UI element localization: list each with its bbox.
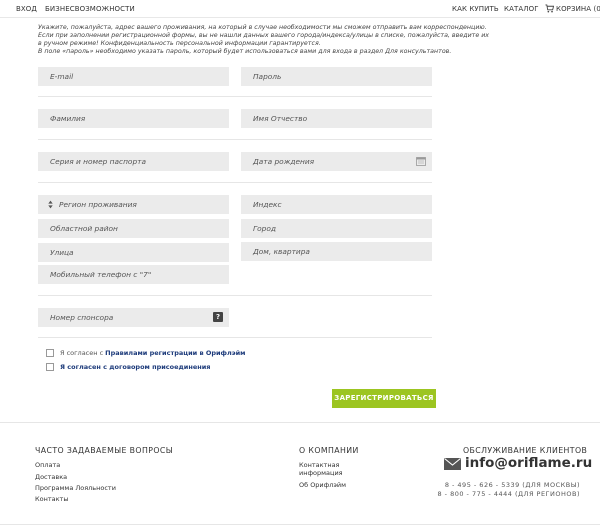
about-title: О компании [299, 446, 359, 455]
first-middle-name-input[interactable]: Имя Отчество [241, 109, 432, 128]
city-placeholder: Город [253, 224, 276, 233]
rules-prefix: Я согласен с [60, 349, 104, 357]
faq-title: Часто задаваемые вопросы [35, 446, 173, 455]
login-link[interactable]: Вход [16, 5, 37, 13]
rules-agreement: Я согласен с Правилами регистрации в Ори… [46, 348, 245, 358]
top-nav-bar: Вход Бизнесвозможности Как купить Катало… [0, 0, 600, 18]
about-oriflame-link[interactable]: Об Орифлэйм [299, 481, 346, 489]
street-input[interactable]: Улица [38, 243, 229, 262]
postal-code-input[interactable]: Индекс [241, 195, 432, 214]
contract-agreement: Я согласен с договором присоединения [46, 362, 210, 372]
house-placeholder: Дом, квартира [253, 247, 310, 256]
district-input[interactable]: Областной район [38, 219, 229, 238]
first-middle-name-placeholder: Имя Отчество [253, 114, 308, 123]
notice-line: в ручном режиме! Конфиденциальность перс… [38, 40, 321, 47]
notice-line: В поле «пароль» необходимо указать парол… [38, 48, 452, 55]
form-divider [38, 295, 432, 296]
about-contact-link[interactable]: Контактная информация [299, 461, 343, 477]
phone-regions: 8 - 800 - 775 - 4444 (ДЛЯ РЕГИОНОВ) [437, 490, 580, 498]
last-name-placeholder: Фамилия [50, 114, 86, 123]
contract-checkbox[interactable] [46, 363, 54, 371]
support-email[interactable]: info@oriflame.ru [465, 455, 592, 471]
notice-line: Укажите, пожалуйста, адрес вашего прожив… [38, 24, 487, 31]
select-arrows-icon [48, 200, 53, 209]
street-placeholder: Улица [50, 248, 74, 257]
birth-date-placeholder: Дата рождения [253, 157, 315, 166]
house-input[interactable]: Дом, квартира [241, 242, 432, 261]
region-placeholder: Регион проживания [59, 200, 137, 209]
faq-link-contacts[interactable]: Контакты [35, 495, 68, 503]
passport-input[interactable]: Серия и номер паспорта [38, 152, 229, 171]
footer-divider [0, 422, 600, 423]
faq-link-loyalty[interactable]: Программа Лояльности [35, 484, 116, 492]
help-icon[interactable]: ? [213, 312, 223, 322]
cart-link[interactable]: Корзина (0) [556, 5, 600, 13]
faq-link-delivery[interactable]: Доставка [35, 473, 67, 481]
form-divider [38, 96, 432, 97]
business-link[interactable]: Бизнесвозможности [45, 5, 135, 13]
sponsor-number-input[interactable]: Номер спонсора ? [38, 308, 229, 327]
about-contact-line: Контактная [299, 461, 340, 469]
postal-code-placeholder: Индекс [253, 200, 282, 209]
passport-placeholder: Серия и номер паспорта [50, 157, 146, 166]
password-placeholder: Пароль [253, 72, 282, 81]
password-input[interactable]: Пароль [241, 67, 432, 86]
form-divider [38, 139, 432, 140]
how-to-buy-link[interactable]: Как купить [452, 5, 499, 13]
email-input[interactable]: E-mail [38, 67, 229, 86]
register-button[interactable]: Зарегистрироваться [332, 389, 436, 408]
rules-link[interactable]: Правилами регистрации в Орифлэйм [105, 349, 245, 357]
catalog-link[interactable]: Каталог [504, 5, 539, 13]
notice-line: Если при заполнении регистрационной форм… [38, 32, 490, 39]
calendar-icon[interactable] [416, 156, 426, 166]
form-divider [38, 182, 432, 183]
contract-link[interactable]: Я согласен с договором присоединения [60, 363, 210, 371]
faq-link-payment[interactable]: Оплата [35, 461, 60, 469]
mobile-phone-placeholder: Мобильный телефон с "7" [50, 270, 152, 279]
mobile-phone-input[interactable]: Мобильный телефон с "7" [38, 265, 229, 284]
rules-checkbox[interactable] [46, 349, 54, 357]
district-placeholder: Областной район [50, 224, 118, 233]
customer-service-title: Обслуживание клиентов [463, 446, 588, 455]
city-input[interactable]: Город [241, 219, 432, 238]
birth-date-input[interactable]: Дата рождения [241, 152, 432, 171]
last-name-input[interactable]: Фамилия [38, 109, 229, 128]
region-select[interactable]: Регион проживания [38, 195, 229, 214]
registration-notice: Укажите, пожалуйста, адрес вашего прожив… [38, 24, 558, 56]
about-contact-line: информация [299, 469, 343, 477]
sponsor-placeholder: Номер спонсора [50, 313, 114, 322]
form-divider [38, 337, 432, 338]
cart-icon[interactable] [545, 4, 554, 13]
email-placeholder: E-mail [50, 72, 74, 81]
envelope-icon [444, 458, 461, 470]
bottom-divider [0, 524, 600, 525]
phone-moscow: 8 - 495 - 626 - 5339 (ДЛЯ МОСКВЫ) [444, 481, 580, 489]
